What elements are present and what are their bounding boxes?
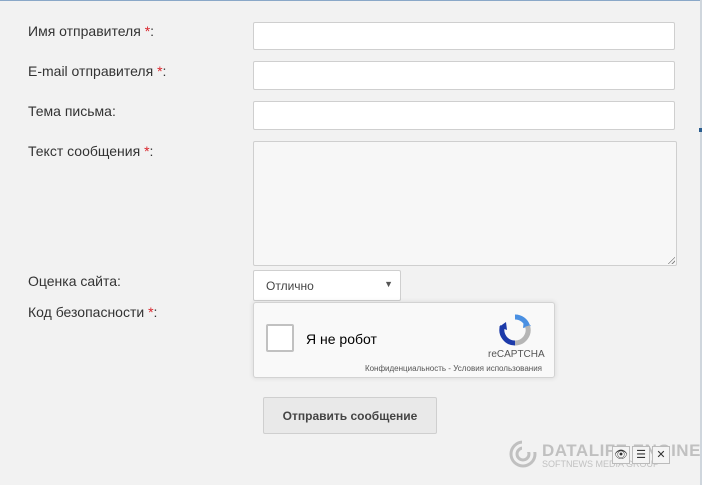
message-textarea[interactable] bbox=[253, 141, 677, 266]
recaptcha-privacy-terms-links[interactable]: Конфиденциальность - Условия использован… bbox=[365, 364, 542, 373]
rating-label-text: Оценка сайта: bbox=[28, 273, 121, 289]
message-label-text: Текст сообщения bbox=[28, 143, 145, 159]
rating-select[interactable]: Отлично ▼ bbox=[253, 270, 401, 301]
sender-email-input[interactable] bbox=[253, 61, 675, 90]
subject-input[interactable] bbox=[253, 101, 675, 130]
recaptcha-logo-icon bbox=[499, 314, 531, 346]
label-colon: : bbox=[153, 304, 158, 320]
dle-emblem-icon bbox=[509, 440, 537, 468]
label-colon: : bbox=[162, 63, 167, 79]
close-icon[interactable]: ✕ bbox=[652, 446, 670, 464]
rating-label: Оценка сайта: bbox=[28, 273, 121, 289]
mini-toolbar: 👁 ☰ ✕ bbox=[612, 446, 672, 464]
security-code-label: Код безопасности *: bbox=[28, 304, 157, 320]
recaptcha-checkbox[interactable] bbox=[266, 324, 294, 352]
sender-email-label-text: E-mail отправителя bbox=[28, 63, 158, 79]
sender-name-label-text: Имя отправителя bbox=[28, 23, 145, 39]
rating-selected-value: Отлично bbox=[266, 279, 314, 293]
sender-name-label: Имя отправителя *: bbox=[28, 23, 154, 39]
message-label: Текст сообщения *: bbox=[28, 143, 153, 159]
subject-label: Тема письма: bbox=[28, 103, 116, 119]
subject-label-text: Тема письма: bbox=[28, 103, 116, 119]
eye-icon[interactable]: 👁 bbox=[612, 446, 630, 464]
sender-name-input[interactable] bbox=[253, 22, 675, 50]
sender-email-label: E-mail отправителя *: bbox=[28, 63, 166, 79]
window-top-border bbox=[0, 0, 702, 1]
dropdown-arrow-icon: ▼ bbox=[384, 279, 393, 289]
security-code-label-text: Код безопасности bbox=[28, 304, 149, 320]
label-colon: : bbox=[149, 143, 154, 159]
recaptcha-checkbox-label: Я не робот bbox=[306, 331, 377, 347]
recaptcha-brand: reCAPTCHA bbox=[488, 349, 545, 360]
recaptcha-widget: Я не робот reCAPTCHA Конфиденциальность … bbox=[253, 302, 555, 378]
submit-button[interactable]: Отправить сообщение bbox=[263, 397, 437, 434]
label-colon: : bbox=[150, 23, 155, 39]
list-icon[interactable]: ☰ bbox=[632, 446, 650, 464]
resize-handle[interactable] bbox=[667, 256, 675, 264]
